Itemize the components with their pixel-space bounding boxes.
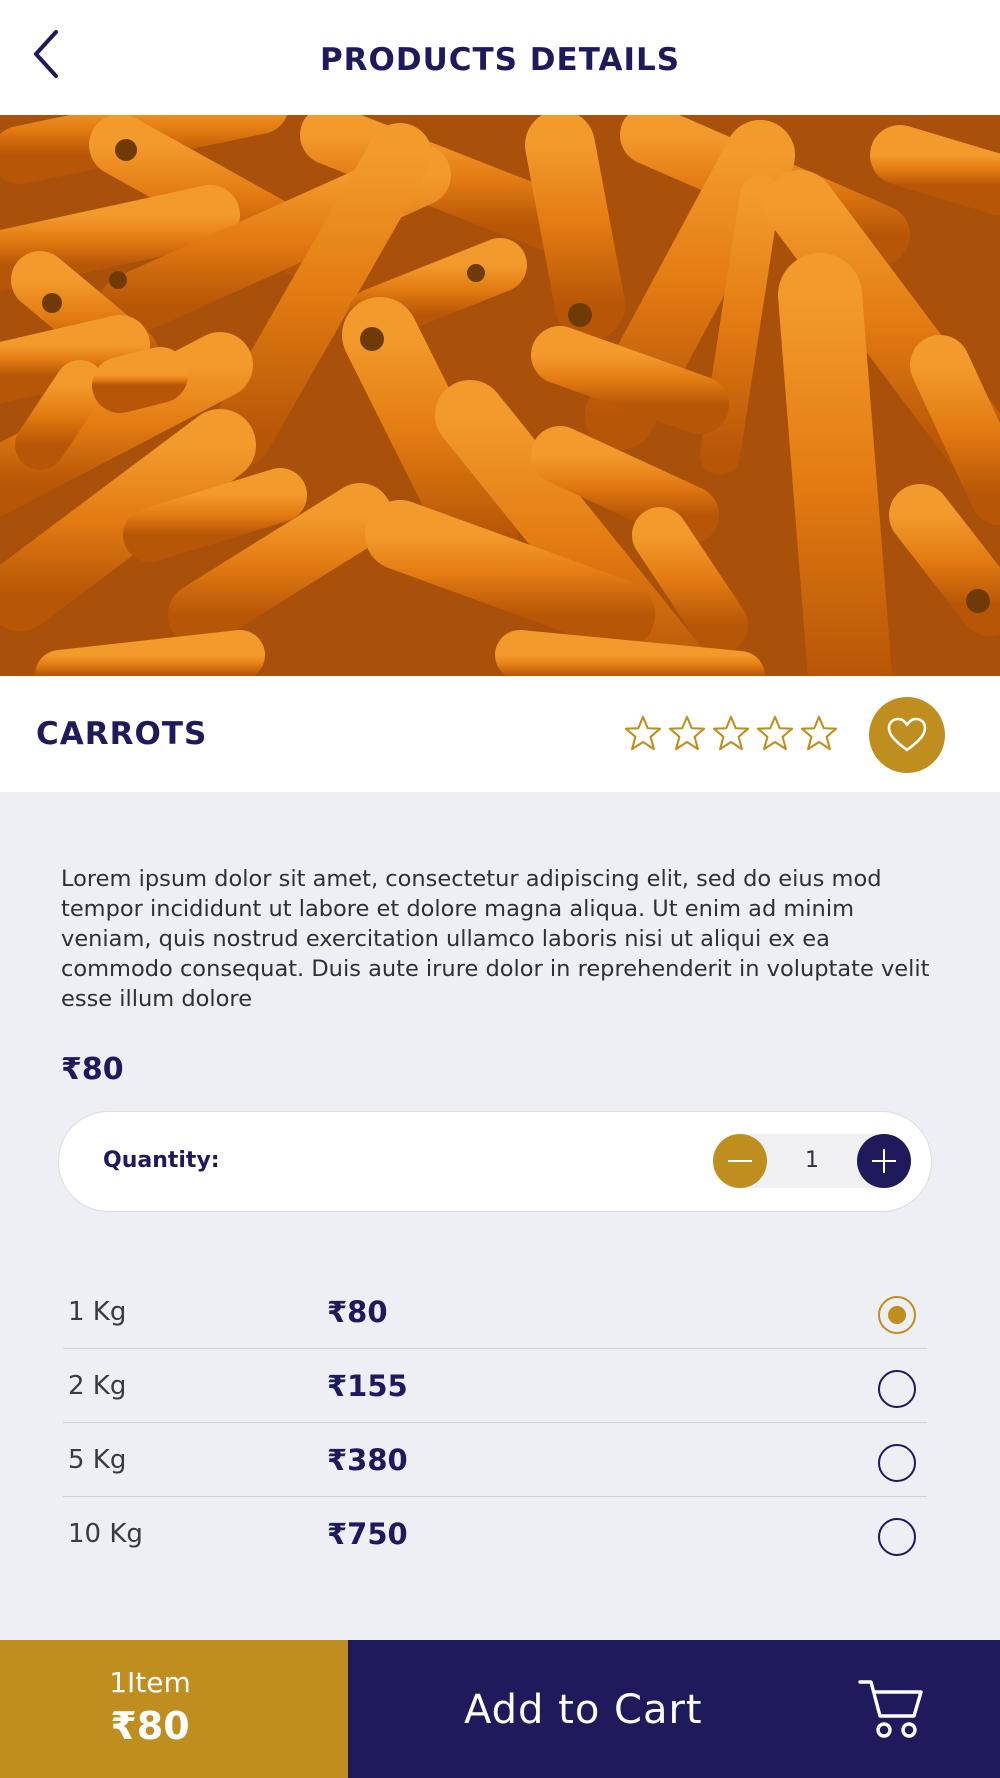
rating-stars [624,714,838,752]
option-10kg[interactable]: 10 Kg ₹750 [63,1497,927,1571]
app-header: PRODUCTS DETAILS [0,0,1000,115]
back-button[interactable] [26,26,70,82]
radio-icon[interactable] [878,1518,916,1556]
cart-summary: 1Item ₹80 [0,1640,348,1778]
option-price: ₹155 [327,1369,408,1403]
radio-icon[interactable] [878,1370,916,1408]
quantity-value: 1 [805,1148,819,1173]
star-outline-icon[interactable] [668,714,706,752]
quantity-stepper: 1 [713,1134,911,1188]
item-count: 1Item [109,1666,191,1699]
product-price: ₹80 [61,1052,124,1087]
option-weight: 1 Kg [68,1297,127,1327]
option-5kg[interactable]: 5 Kg ₹380 [63,1423,927,1497]
quantity-label: Quantity: [103,1148,220,1173]
product-image [0,115,1000,676]
minus-icon[interactable] [713,1134,767,1188]
option-weight: 2 Kg [68,1371,127,1401]
option-1kg[interactable]: 1 Kg ₹80 [63,1275,927,1349]
option-price: ₹80 [327,1295,388,1329]
star-outline-icon[interactable] [624,714,662,752]
cart-icon [858,1680,923,1738]
plus-icon[interactable] [857,1134,911,1188]
product-description: Lorem ipsum dolor sit amet, consectetur … [61,866,930,1012]
add-to-cart-button[interactable]: Add to Cart [348,1640,1000,1778]
product-name: CARROTS [36,716,208,752]
option-2kg[interactable]: 2 Kg ₹155 [63,1349,927,1423]
quantity-box: Quantity: 1 [58,1111,932,1212]
radio-icon[interactable] [878,1296,916,1334]
option-price: ₹750 [327,1517,408,1551]
star-outline-icon[interactable] [756,714,794,752]
favorite-button[interactable] [869,697,945,773]
star-outline-icon[interactable] [800,714,838,752]
add-to-cart-label: Add to Cart [464,1687,703,1733]
option-price: ₹380 [327,1443,408,1477]
star-outline-icon[interactable] [712,714,750,752]
option-weight: 5 Kg [68,1445,127,1475]
weight-options: 1 Kg ₹80 2 Kg ₹155 5 Kg ₹380 10 Kg ₹750 [63,1275,927,1571]
back-arrow-icon [34,30,58,78]
radio-icon[interactable] [878,1444,916,1482]
option-weight: 10 Kg [68,1519,143,1549]
heart-icon [887,717,927,752]
page-title: PRODUCTS DETAILS [319,41,681,78]
cart-total: ₹80 [110,1704,190,1748]
